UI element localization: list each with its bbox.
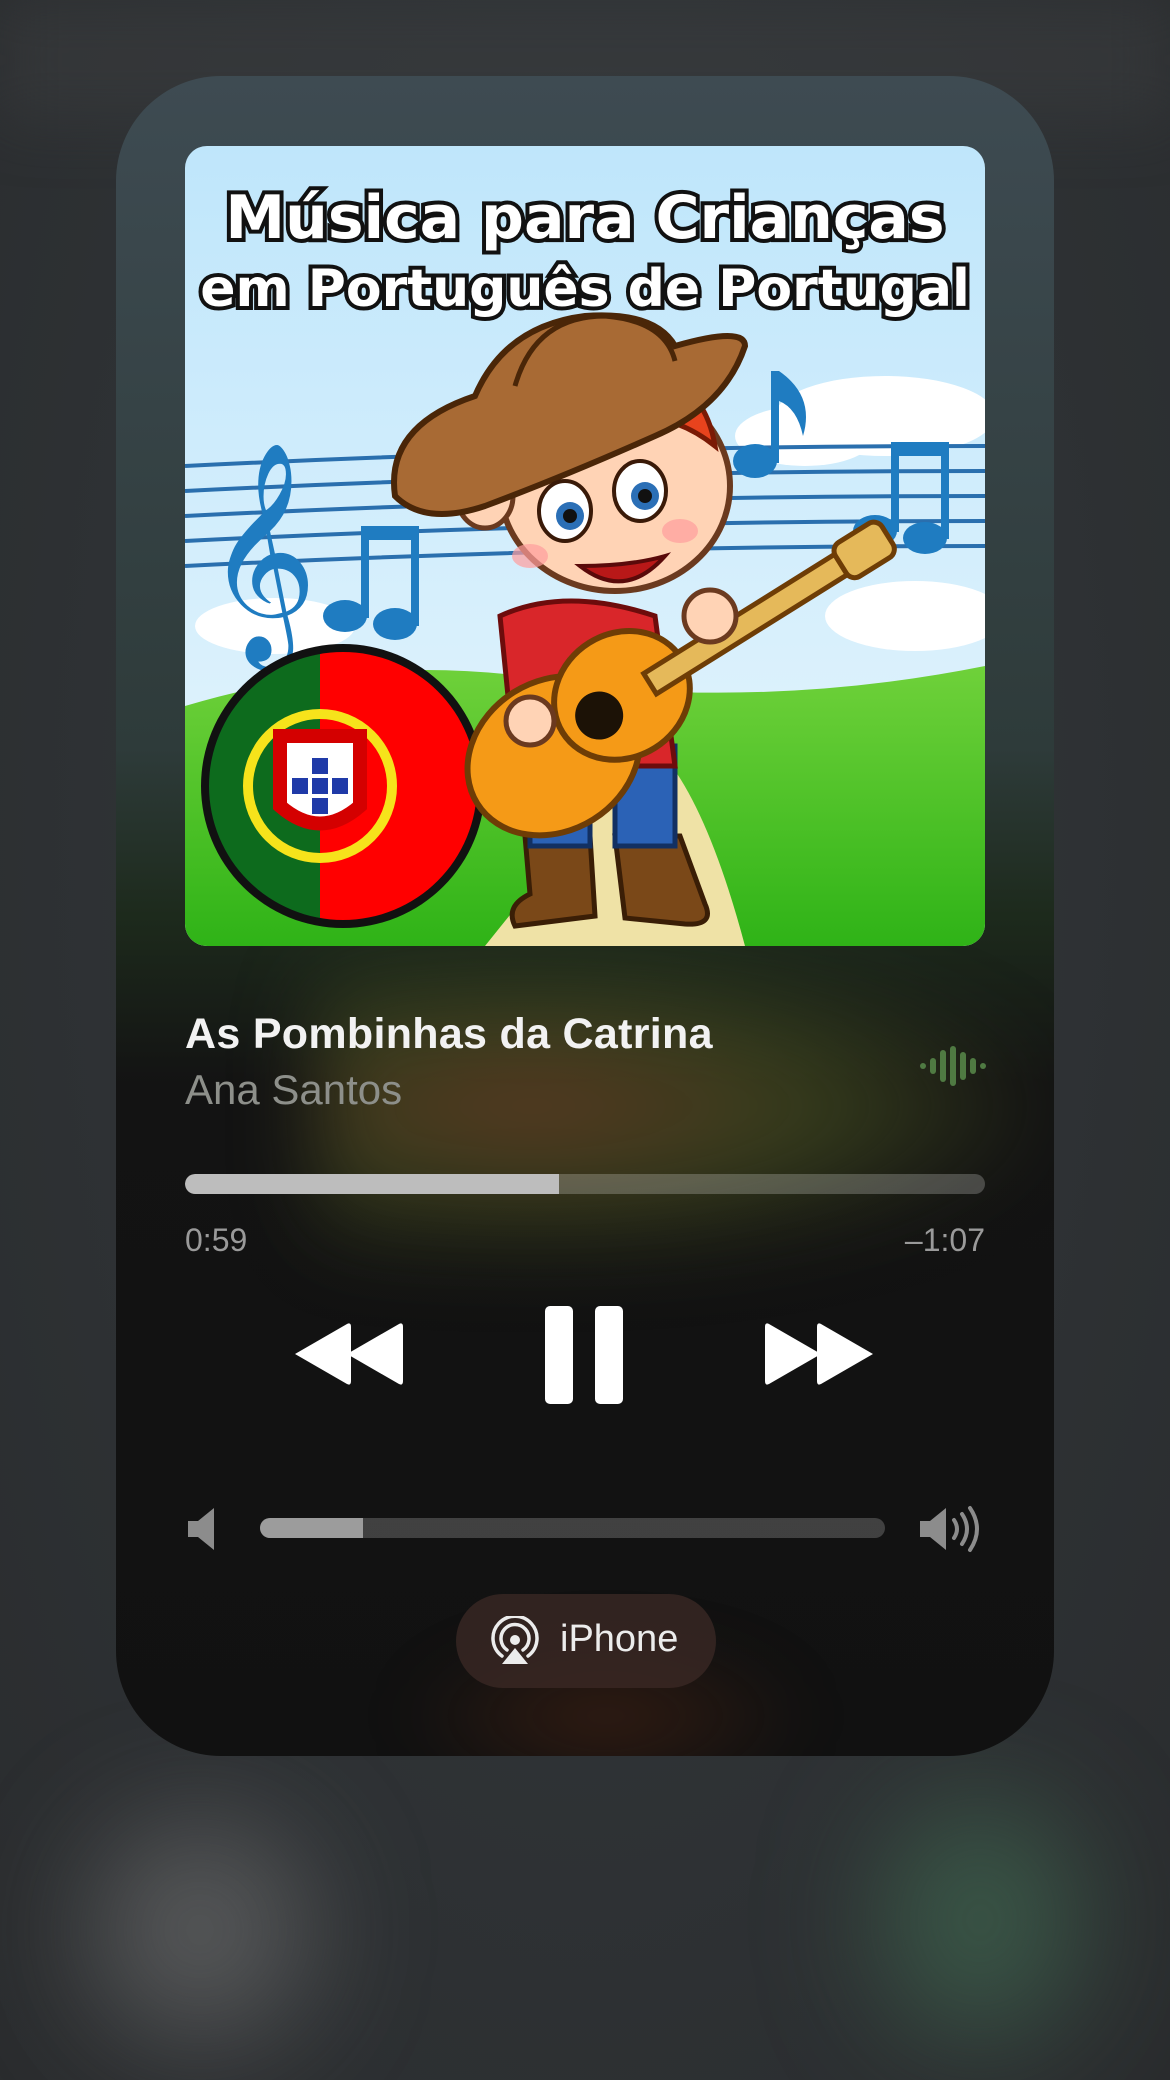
- pause-button[interactable]: [545, 1306, 623, 1404]
- song-title: As Pombinhas da Catrina: [185, 1010, 713, 1058]
- rewind-button[interactable]: [295, 1322, 405, 1386]
- volume-fill: [260, 1518, 364, 1538]
- elapsed-time: 0:59: [185, 1222, 248, 1258]
- airplay-icon: [491, 1616, 539, 1664]
- forward-icon: [765, 1323, 873, 1385]
- background-blur-green: [880, 1800, 1080, 2040]
- airplay-output-button[interactable]: iPhone: [456, 1594, 716, 1688]
- backward-icon: [295, 1323, 403, 1385]
- pause-icon: [545, 1306, 623, 1404]
- remaining-time: –1:07: [904, 1222, 985, 1258]
- fast-forward-button[interactable]: [765, 1322, 875, 1386]
- svg-text:𝄞: 𝄞: [205, 440, 317, 671]
- card-glow: [316, 956, 1036, 1256]
- output-device-label: iPhone: [560, 1618, 679, 1660]
- volume-slider[interactable]: [260, 1518, 885, 1538]
- audio-wave-icon: [920, 1046, 986, 1086]
- background-blur-gray: [90, 1820, 310, 2040]
- volume-low-icon: [188, 1508, 214, 1550]
- artist-name[interactable]: Ana Santos: [185, 1066, 402, 1114]
- album-artwork[interactable]: 𝄞 Música para Crianças em Português de P…: [185, 146, 985, 946]
- volume-high-icon: [920, 1506, 979, 1552]
- artwork-title-line1: Música para Crianças: [225, 183, 944, 253]
- progress-fill: [185, 1174, 560, 1194]
- progress-slider[interactable]: [185, 1174, 985, 1194]
- artwork-title-line2: em Português de Portugal: [200, 259, 970, 319]
